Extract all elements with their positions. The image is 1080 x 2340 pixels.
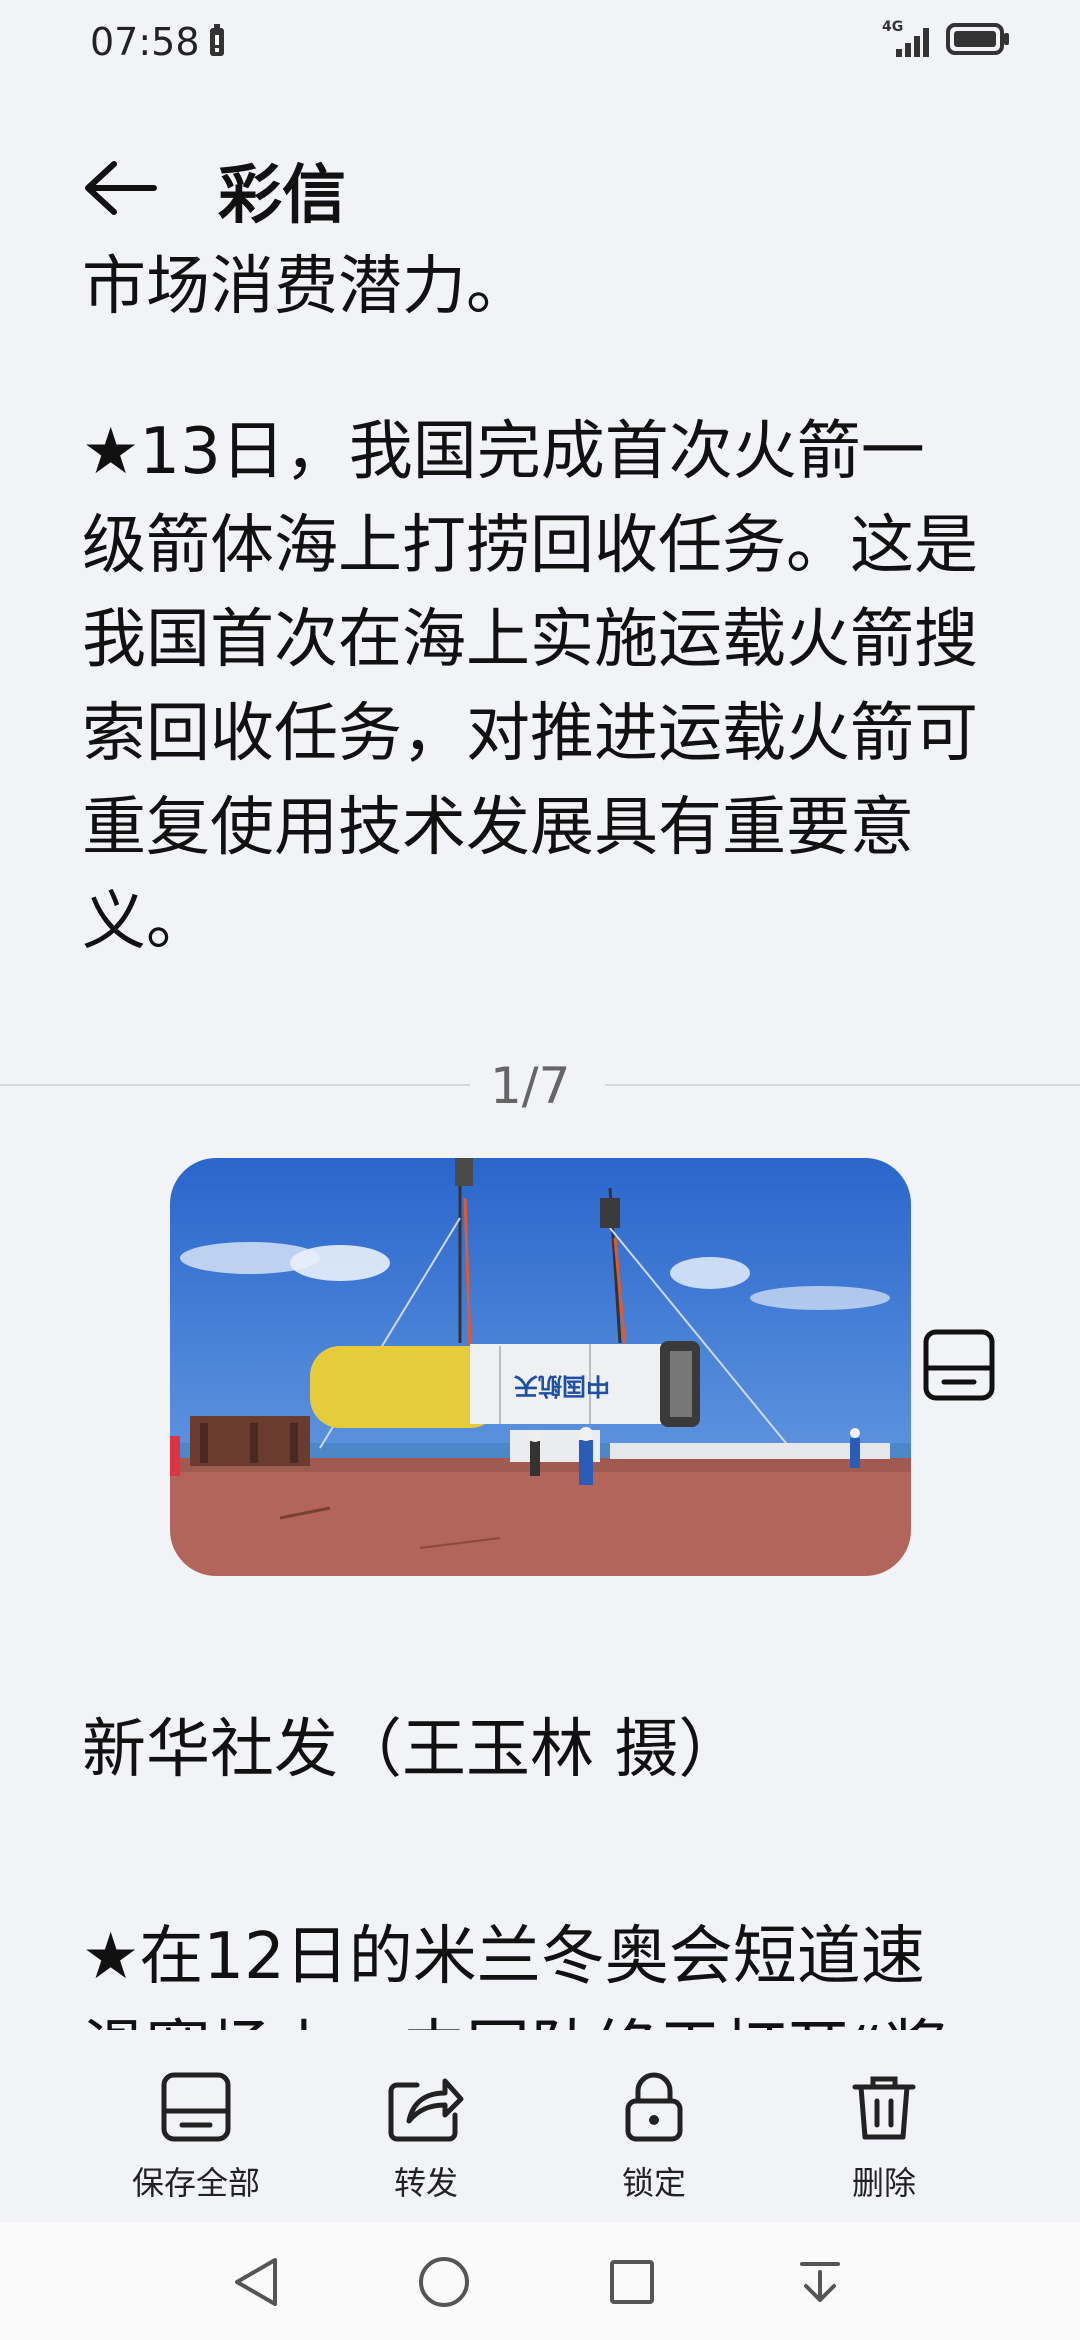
delete-icon [784, 2062, 984, 2152]
save-icon [96, 2062, 296, 2152]
battery-icon [946, 22, 1010, 60]
battery-saver-icon [208, 24, 226, 62]
cellular-signal-icon: 4G [882, 19, 932, 59]
message-paragraph: ★在12日的米兰冬奥会短道速滑赛场上，中国队终于打开“奖 [82, 1920, 947, 2030]
page-indicator: 1/7 [490, 1057, 571, 1115]
status-icons: 4G [882, 19, 1010, 60]
page-divider: 1/7 [0, 1057, 1080, 1115]
page-title: 彩信 [218, 159, 346, 233]
save-image-button[interactable] [922, 1328, 996, 1402]
forward-button[interactable]: 转发 [326, 2062, 526, 2204]
nav-back-icon [235, 2258, 277, 2306]
status-time: 07:58 [90, 20, 200, 64]
lock-button[interactable]: 锁定 [554, 2062, 754, 2204]
nav-home-icon [419, 2257, 469, 2307]
status-bar: 07:58 4G [0, 0, 1080, 90]
action-bar: 保存全部 转发 锁定 删除 [0, 2040, 1080, 2220]
nav-back-button[interactable] [226, 2252, 286, 2312]
lock-label: 锁定 [621, 2164, 686, 2202]
back-arrow-icon [85, 161, 157, 215]
nav-home-button[interactable] [414, 2252, 474, 2312]
delete-label: 删除 [851, 2164, 916, 2202]
message-content[interactable]: 市场消费潜力。 ★13日，我国完成首次火箭一级箭体海上打捞回收任务。这是我国首次… [0, 250, 1080, 2030]
message-paragraph: ★13日，我国完成首次火箭一级箭体海上打捞回收任务。这是我国首次在海上实施运载火… [82, 415, 978, 959]
save-all-button[interactable]: 保存全部 [96, 2062, 296, 2204]
forward-icon [326, 2062, 526, 2152]
save-icon [923, 1329, 995, 1401]
title-bar: 彩信 [0, 120, 1080, 250]
photo-caption: 新华社发（王玉林 摄） [82, 1713, 743, 1787]
back-button[interactable] [80, 148, 160, 228]
pull-down-icon [800, 2262, 840, 2302]
nav-recents-button[interactable] [602, 2252, 662, 2312]
message-photo[interactable]: 中国航天 [170, 1158, 911, 1576]
message-text-cut: 市场消费潜力。 [82, 250, 530, 324]
nav-notification-button[interactable] [790, 2252, 850, 2312]
rocket-logo-text: 中国航天 [514, 1372, 610, 1400]
delete-button[interactable]: 删除 [784, 2062, 984, 2204]
save-all-label: 保存全部 [131, 2164, 260, 2202]
forward-label: 转发 [393, 2164, 458, 2202]
nav-recents-icon [610, 2260, 654, 2304]
lock-icon [554, 2062, 754, 2152]
system-nav-bar [0, 2222, 1080, 2340]
